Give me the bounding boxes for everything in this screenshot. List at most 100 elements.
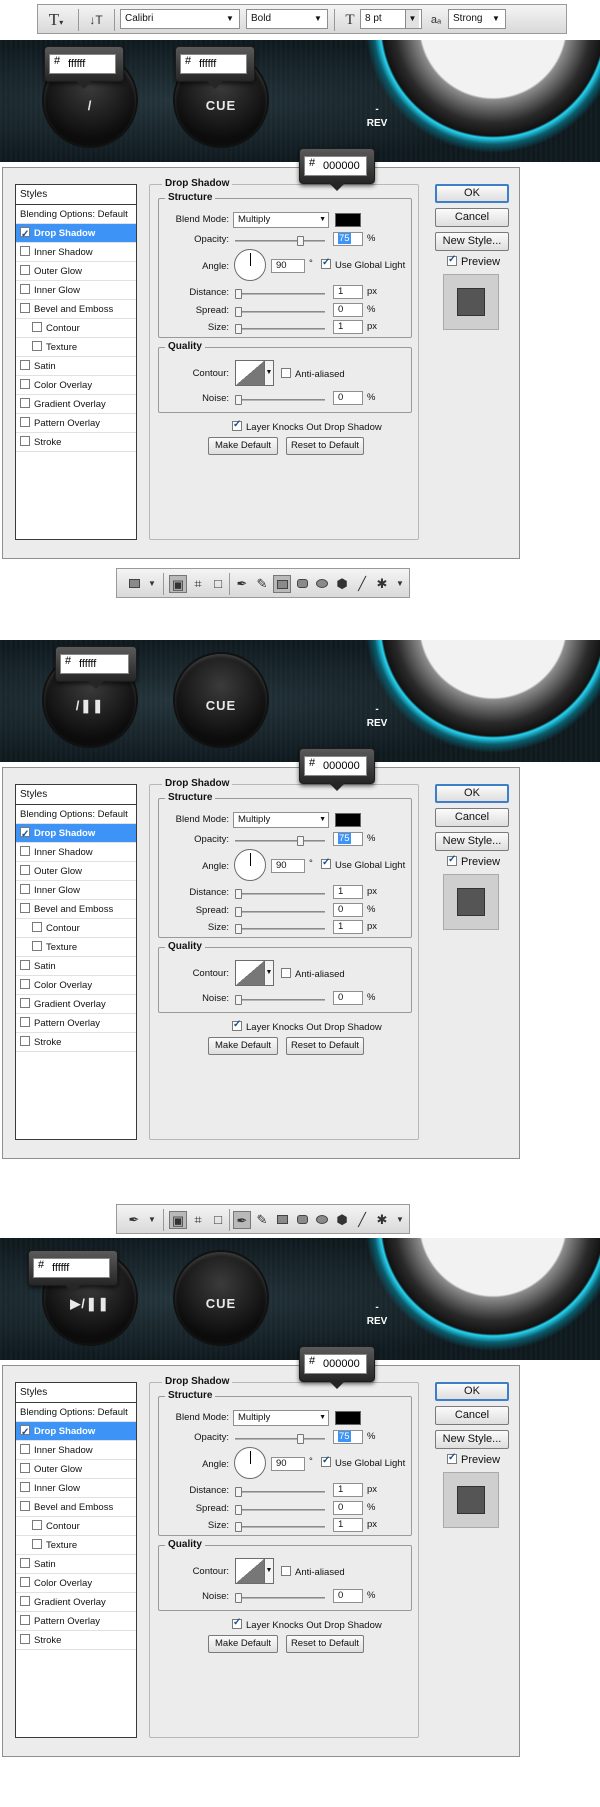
chevron-down-icon[interactable]: ▼ (143, 1211, 161, 1229)
global-light-checkbox[interactable]: Use Global Light (321, 1455, 405, 1469)
freeform-pen-icon[interactable]: ✎ (253, 1211, 271, 1229)
checkbox[interactable] (20, 979, 30, 989)
preview-checkbox[interactable]: Preview (447, 254, 500, 268)
pen-tool-icon[interactable]: ✒ (233, 1211, 251, 1229)
ok-button[interactable]: OK (435, 784, 509, 803)
styles-item-gradient-overlay[interactable]: Gradient Overlay (16, 395, 136, 414)
checkbox[interactable] (20, 1501, 30, 1511)
noise-input[interactable]: 0 (333, 991, 363, 1005)
chevron-down-icon[interactable]: ▼ (391, 1211, 409, 1229)
checkbox[interactable] (20, 1615, 30, 1625)
checkbox[interactable] (20, 998, 30, 1008)
anti-aliased-checkbox[interactable]: Anti-aliased (281, 968, 345, 980)
styles-item-bevel-emboss[interactable]: Bevel and Emboss (16, 300, 136, 319)
contour-picker[interactable] (235, 1558, 265, 1584)
cue-knob[interactable]: CUE (175, 1252, 267, 1344)
cancel-button[interactable]: Cancel (435, 208, 509, 227)
fill-pixels-icon[interactable]: □ (209, 575, 227, 593)
preview-checkbox[interactable]: Preview (447, 1452, 500, 1466)
distance-input[interactable]: 1 (333, 1483, 363, 1497)
styles-header[interactable]: Styles (16, 785, 136, 805)
checkbox[interactable] (20, 1596, 30, 1606)
styles-item-satin[interactable]: Satin (16, 357, 136, 376)
styles-item-contour[interactable]: Contour (16, 1517, 136, 1536)
checkbox[interactable] (32, 1520, 42, 1530)
checkbox[interactable] (32, 341, 42, 351)
cancel-button[interactable]: Cancel (435, 1406, 509, 1425)
noise-input[interactable]: 0 (333, 1589, 363, 1603)
paths-icon[interactable]: ⌗ (189, 575, 207, 593)
checkbox[interactable] (32, 922, 42, 932)
noise-slider[interactable] (235, 1593, 325, 1603)
opacity-thumb[interactable] (297, 236, 304, 246)
opacity-slider[interactable] (235, 836, 325, 846)
text-orientation-icon[interactable]: ↓T (86, 10, 106, 30)
checkbox[interactable] (20, 398, 30, 408)
anti-aliased-checkbox[interactable]: Anti-aliased (281, 368, 345, 380)
chevron-down-icon[interactable]: ▼ (264, 960, 274, 986)
rectangle-shape-icon[interactable] (273, 575, 291, 593)
styles-item-stroke[interactable]: Stroke (16, 1033, 136, 1052)
styles-item-gradient-overlay[interactable]: Gradient Overlay (16, 1593, 136, 1612)
shadow-color-swatch[interactable] (335, 213, 361, 227)
styles-item-blending[interactable]: Blending Options: Default (16, 205, 136, 224)
styles-item-pattern-overlay[interactable]: Pattern Overlay (16, 1612, 136, 1631)
styles-item-satin[interactable]: Satin (16, 957, 136, 976)
styles-item-blending[interactable]: Blending Options: Default (16, 805, 136, 824)
reset-default-button[interactable]: Reset to Default (286, 1037, 364, 1055)
text-tool-icon[interactable]: T▾ (46, 10, 66, 30)
opacity-slider[interactable] (235, 236, 325, 246)
polygon-icon[interactable]: ⬢ (333, 575, 351, 593)
chevron-down-icon[interactable]: ▼ (391, 575, 409, 593)
checkbox[interactable] (20, 1036, 30, 1046)
distance-input[interactable]: 1 (333, 285, 363, 299)
checkbox[interactable] (20, 884, 30, 894)
hex-input[interactable]: ffffff (33, 1258, 110, 1278)
checkbox[interactable] (20, 1577, 30, 1587)
checkbox[interactable] (20, 865, 30, 875)
styles-item-outer-glow[interactable]: Outer Glow (16, 1460, 136, 1479)
distance-slider[interactable] (235, 289, 325, 299)
new-style-button[interactable]: New Style... (435, 1430, 509, 1449)
ellipse-icon[interactable] (313, 575, 331, 593)
line-tool-icon[interactable]: ╱ (353, 575, 371, 593)
checkbox[interactable] (20, 1634, 30, 1644)
new-style-button[interactable]: New Style... (435, 232, 509, 251)
opacity-slider[interactable] (235, 1434, 325, 1444)
antialias-select[interactable]: Strong ▼ (448, 9, 506, 29)
checkbox[interactable] (20, 1558, 30, 1568)
styles-item-inner-glow[interactable]: Inner Glow (16, 1479, 136, 1498)
angle-input[interactable]: 90 (271, 859, 305, 873)
styles-item-gradient-overlay[interactable]: Gradient Overlay (16, 995, 136, 1014)
styles-item-stroke[interactable]: Stroke (16, 1631, 136, 1650)
layer-knocks-checkbox[interactable]: Layer Knocks Out Drop Shadow (232, 1019, 382, 1033)
opacity-input[interactable]: 75 (333, 232, 363, 246)
checkbox[interactable] (20, 1463, 30, 1473)
polygon-icon[interactable]: ⬢ (333, 1211, 351, 1229)
checkbox[interactable] (20, 960, 30, 970)
shape-layers-icon[interactable]: ▣ (169, 575, 187, 593)
spread-slider[interactable] (235, 1505, 325, 1515)
opacity-thumb[interactable] (297, 836, 304, 846)
noise-slider[interactable] (235, 395, 325, 405)
custom-shape-icon[interactable]: ✱ (373, 1211, 391, 1229)
ok-button[interactable]: OK (435, 1382, 509, 1401)
styles-item-outer-glow[interactable]: Outer Glow (16, 262, 136, 281)
pen-tool-icon[interactable]: ✒ (233, 575, 251, 593)
rounded-rectangle-icon[interactable] (293, 1211, 311, 1229)
styles-item-contour[interactable]: Contour (16, 319, 136, 338)
make-default-button[interactable]: Make Default (208, 1635, 278, 1653)
make-default-button[interactable]: Make Default (208, 1037, 278, 1055)
ok-button[interactable]: OK (435, 184, 509, 203)
styles-item-drop-shadow[interactable]: Drop Shadow (16, 1422, 136, 1442)
styles-item-color-overlay[interactable]: Color Overlay (16, 1574, 136, 1593)
line-tool-icon[interactable]: ╱ (353, 1211, 371, 1229)
angle-input[interactable]: 90 (271, 259, 305, 273)
reset-default-button[interactable]: Reset to Default (286, 437, 364, 455)
checkbox[interactable] (20, 1423, 30, 1442)
layer-knocks-checkbox[interactable]: Layer Knocks Out Drop Shadow (232, 419, 382, 433)
spread-slider[interactable] (235, 907, 325, 917)
styles-item-satin[interactable]: Satin (16, 1555, 136, 1574)
chevron-down-icon[interactable]: ▼ (264, 360, 274, 386)
checkbox[interactable] (20, 284, 30, 294)
